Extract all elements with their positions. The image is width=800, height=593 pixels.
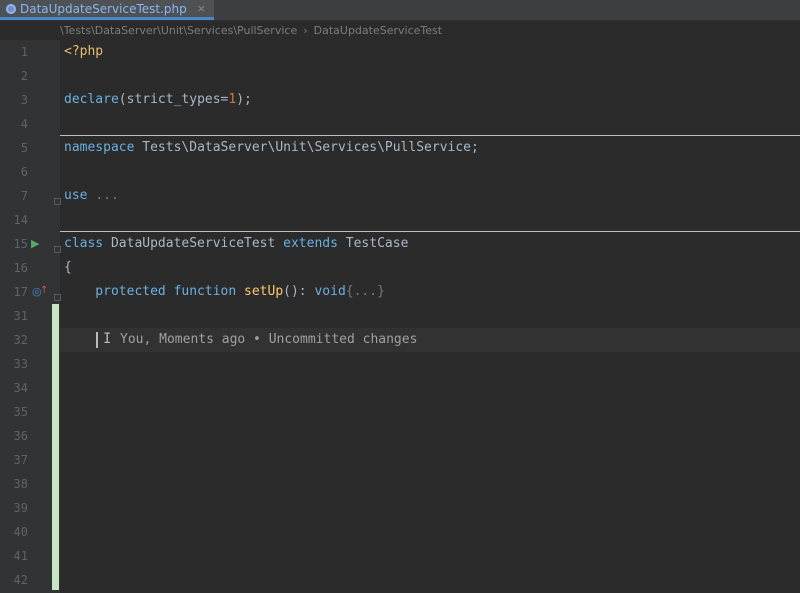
fold-toggle-icon[interactable] bbox=[54, 198, 61, 205]
code-line[interactable]: 31 bbox=[0, 304, 800, 328]
code-token: ); bbox=[236, 92, 252, 107]
code-token: (): bbox=[283, 284, 315, 299]
code-line[interactable]: 14 bbox=[0, 208, 800, 232]
arrow-up-icon: ↑ bbox=[40, 285, 49, 296]
code-token: DataUpdateServiceTest bbox=[110, 236, 284, 251]
code-text: class DataUpdateServiceTest extends Test… bbox=[64, 232, 408, 256]
code-line[interactable]: 2 bbox=[0, 64, 800, 88]
code-line[interactable]: 35 bbox=[0, 400, 800, 424]
line-number: 32 bbox=[13, 333, 28, 347]
code-token: TestCase bbox=[345, 236, 409, 251]
breadcrumb-path[interactable]: \Tests\DataServer\Unit\Services\PullServ… bbox=[60, 24, 297, 37]
code-line[interactable]: 6 bbox=[0, 160, 800, 184]
code-text: namespace Tests\DataServer\Unit\Services… bbox=[64, 136, 479, 160]
code-line[interactable]: 41 bbox=[0, 544, 800, 568]
line-number: 33 bbox=[13, 357, 28, 371]
code-line[interactable]: 39 bbox=[0, 496, 800, 520]
breadcrumb-class[interactable]: DataUpdateServiceTest bbox=[314, 24, 442, 37]
code-line[interactable]: 4 bbox=[0, 112, 800, 136]
line-number: 35 bbox=[13, 405, 28, 419]
code-text: use ... bbox=[64, 184, 119, 208]
line-number: 39 bbox=[13, 501, 28, 515]
line-number: 7 bbox=[20, 189, 28, 203]
line-number: 5 bbox=[20, 141, 28, 155]
code-line[interactable]: 5 namespace Tests\DataServer\Unit\Service… bbox=[0, 136, 800, 160]
code-line[interactable]: 3 declare(strict_types=1); bbox=[0, 88, 800, 112]
line-number: 40 bbox=[13, 525, 28, 539]
code-line[interactable]: 34 bbox=[0, 376, 800, 400]
code-text: protected function setUp(): void{...} bbox=[64, 280, 385, 304]
line-number: 3 bbox=[20, 93, 28, 107]
inline-blame-annotation: You, Moments ago • Uncommitted changes bbox=[120, 332, 418, 347]
code-line[interactable]: 42 bbox=[0, 568, 800, 592]
code-line[interactable]: 17 protected function setUp(): void{...} bbox=[0, 280, 800, 304]
code-line[interactable]: 40 bbox=[0, 520, 800, 544]
line-number: 2 bbox=[20, 69, 28, 83]
code-token: extends bbox=[283, 236, 346, 251]
line-number: 15 bbox=[13, 237, 28, 251]
fold-toggle-icon[interactable] bbox=[54, 294, 61, 301]
line-number: 16 bbox=[13, 261, 28, 275]
code-line[interactable]: 7 use ... bbox=[0, 184, 800, 208]
code-token: {...} bbox=[345, 284, 385, 299]
code-line[interactable]: 16 { bbox=[0, 256, 800, 280]
code-line[interactable]: 38 bbox=[0, 472, 800, 496]
line-number: 41 bbox=[13, 549, 28, 563]
code-token: namespace bbox=[64, 140, 143, 155]
code-token: class bbox=[64, 236, 111, 251]
tab-data-update-service-test[interactable]: DataUpdateServiceTest.php × bbox=[0, 0, 214, 20]
line-number: 1 bbox=[20, 45, 28, 59]
line-number: 36 bbox=[13, 429, 28, 443]
line-number: 38 bbox=[13, 477, 28, 491]
code-text: { bbox=[64, 256, 72, 280]
code-line[interactable]: 36 bbox=[0, 424, 800, 448]
code-token: protected function bbox=[64, 284, 245, 299]
code-token: declare bbox=[64, 92, 119, 107]
code-token: void bbox=[314, 284, 346, 299]
breadcrumb: \Tests\DataServer\Unit\Services\PullServ… bbox=[60, 20, 800, 40]
line-number: 37 bbox=[13, 453, 28, 467]
line-number: 14 bbox=[13, 213, 28, 227]
line-number: 31 bbox=[13, 309, 28, 323]
line-number: 6 bbox=[20, 165, 28, 179]
line-number: 4 bbox=[20, 117, 28, 131]
code-text: declare(strict_types=1); bbox=[64, 88, 252, 112]
tab-label: DataUpdateServiceTest.php bbox=[20, 1, 187, 16]
code-text: <?php bbox=[64, 40, 103, 64]
fold-toggle-icon[interactable] bbox=[54, 246, 61, 253]
line-number: 34 bbox=[13, 381, 28, 395]
text-caret bbox=[96, 332, 98, 348]
code-line[interactable]: 37 bbox=[0, 448, 800, 472]
line-number: 42 bbox=[13, 573, 28, 587]
code-line[interactable]: 1 <?php bbox=[0, 40, 800, 64]
close-icon[interactable]: × bbox=[197, 2, 206, 15]
code-line[interactable]: 33 bbox=[0, 352, 800, 376]
php-file-icon bbox=[6, 3, 16, 14]
code-token: setUp bbox=[244, 284, 284, 299]
code-line[interactable]: 15 class DataUpdateServiceTest extends Te… bbox=[0, 232, 800, 256]
code-token: use bbox=[64, 188, 96, 203]
code-token: { bbox=[64, 260, 72, 275]
ibeam-cursor-icon: I bbox=[103, 331, 112, 347]
code-token: Tests\DataServer\Unit\Services\PullServi… bbox=[142, 140, 479, 155]
run-test-icon[interactable]: ▶ bbox=[31, 238, 39, 250]
editor-tab-bar: DataUpdateServiceTest.php × bbox=[0, 0, 800, 21]
code-token: <?php bbox=[64, 44, 104, 59]
line-number: 17 bbox=[13, 285, 28, 299]
code-token: ... bbox=[95, 188, 119, 203]
vcs-added-lines-marker[interactable] bbox=[52, 304, 59, 590]
breadcrumb-separator: › bbox=[303, 23, 308, 37]
code-token: (strict_types= bbox=[118, 92, 229, 107]
